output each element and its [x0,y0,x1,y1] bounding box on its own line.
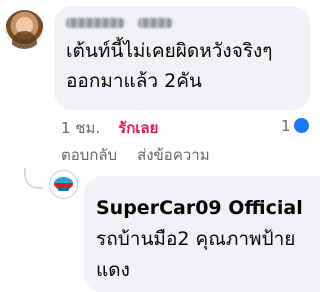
love-reaction-button[interactable]: รักเลย [118,116,158,140]
blurred-name-part-1 [66,18,124,28]
reply-message: รถบ้านมือ2 คุณภาพป้ายแดง [96,228,296,281]
comment-meta-row: 1 ชม. รักเลย [61,118,158,138]
reply-button[interactable]: ตอบกลับ [61,143,117,167]
comment-time: 1 ชม. [61,119,101,137]
reply-author-name[interactable]: SuperCar09 Official [96,197,303,219]
reply-text-block: SuperCar09 Official รถบ้านมือ2 คุณภาพป้า… [96,193,308,286]
reply-connector [24,168,43,189]
comment-text: เต้นท์นี้ไม่เคยผิดหวังจริงๆ ออกมาแล้ว 2ค… [66,40,273,92]
reaction-icon[interactable] [294,118,309,133]
comment-action-row: ตอบกลับ ส่งข้อความ [61,143,210,167]
reaction-count[interactable]: 1 [281,117,291,135]
comment-bubble: เต้นท์นี้ไม่เคยผิดหวังจริงๆ ออกมาแล้ว 2ค… [54,6,310,110]
reply-bubble: SuperCar09 Official รถบ้านมือ2 คุณภาพป้า… [84,176,320,292]
commenter-name-blurred[interactable] [66,15,186,31]
blurred-name-part-2 [138,18,172,28]
page-avatar[interactable] [49,170,78,199]
send-message-button[interactable]: ส่งข้อความ [137,143,210,167]
commenter-avatar[interactable] [5,10,44,49]
